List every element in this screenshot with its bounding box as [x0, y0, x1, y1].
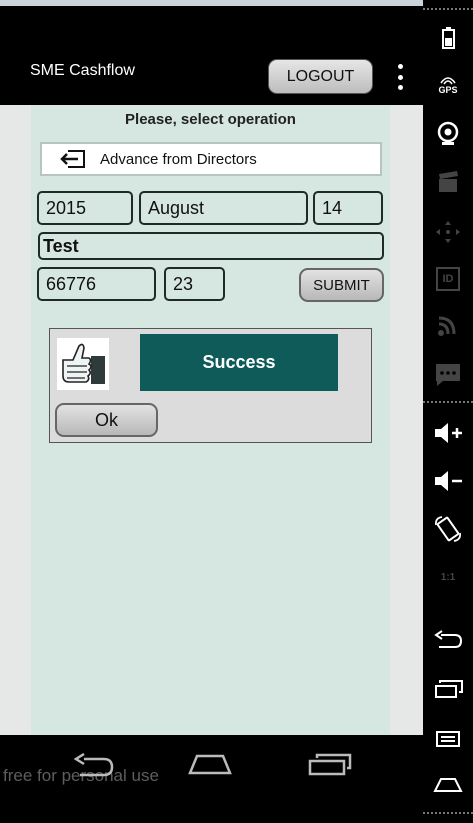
device-id-label: ID — [436, 267, 460, 291]
volume-up-icon[interactable] — [431, 420, 465, 446]
success-dialog: Success Ok — [49, 328, 372, 443]
month-field[interactable]: August — [139, 191, 308, 225]
menu-icon[interactable] — [431, 728, 465, 750]
logout-button[interactable]: LOGOUT — [268, 59, 373, 94]
recents-icon[interactable] — [431, 678, 465, 700]
day-field[interactable]: 14 — [313, 191, 383, 225]
dpad-icon[interactable] — [431, 220, 465, 244]
recent-apps-icon[interactable] — [307, 751, 353, 777]
home-nav-icon[interactable] — [187, 753, 233, 775]
amount-field[interactable]: 66776 — [37, 267, 156, 301]
device-id-icon[interactable]: ID — [431, 266, 465, 292]
system-nav-bar: free for personal use — [0, 735, 423, 823]
submit-button[interactable]: SUBMIT — [299, 268, 384, 302]
rss-icon[interactable] — [431, 314, 465, 338]
home-icon[interactable] — [431, 774, 465, 796]
sms-icon[interactable] — [431, 362, 465, 388]
content-area: Please, select operation Advance from Di… — [0, 105, 423, 735]
gps-label: GPS — [438, 85, 458, 95]
ok-button[interactable]: Ok — [55, 403, 158, 437]
sidebar-divider — [423, 401, 473, 403]
scale-label: 1:1 — [440, 571, 456, 583]
app-title: SME Cashflow — [30, 62, 135, 79]
thumbs-up-icon — [57, 338, 109, 390]
back-arrow-icon — [60, 150, 85, 168]
battery-icon[interactable] — [431, 26, 465, 50]
gps-icon[interactable]: GPS — [431, 72, 465, 98]
camera-icon[interactable] — [431, 120, 465, 146]
sidebar-divider — [423, 812, 473, 814]
year-field[interactable]: 2015 — [37, 191, 133, 225]
app-bar: SME Cashflow LOGOUT — [0, 6, 423, 105]
back-icon[interactable] — [431, 630, 465, 652]
description-field[interactable]: Test — [38, 232, 384, 260]
operation-select[interactable]: Advance from Directors — [40, 142, 382, 176]
success-message: Success — [140, 334, 338, 391]
overflow-menu-icon[interactable] — [393, 64, 407, 90]
volume-down-icon[interactable] — [431, 468, 465, 494]
rotate-icon[interactable] — [431, 515, 465, 543]
back-nav-icon[interactable] — [70, 753, 116, 779]
emulator-sidebar: GPS ID 1:1 — [423, 0, 473, 823]
clapper-icon[interactable] — [431, 170, 465, 194]
operation-prompt: Please, select operation — [125, 111, 296, 128]
scale-icon[interactable]: 1:1 — [431, 563, 465, 591]
cents-field[interactable]: 23 — [164, 267, 225, 301]
operation-label: Advance from Directors — [100, 150, 257, 168]
sidebar-divider — [423, 8, 473, 10]
form-panel: Please, select operation Advance from Di… — [31, 105, 390, 735]
